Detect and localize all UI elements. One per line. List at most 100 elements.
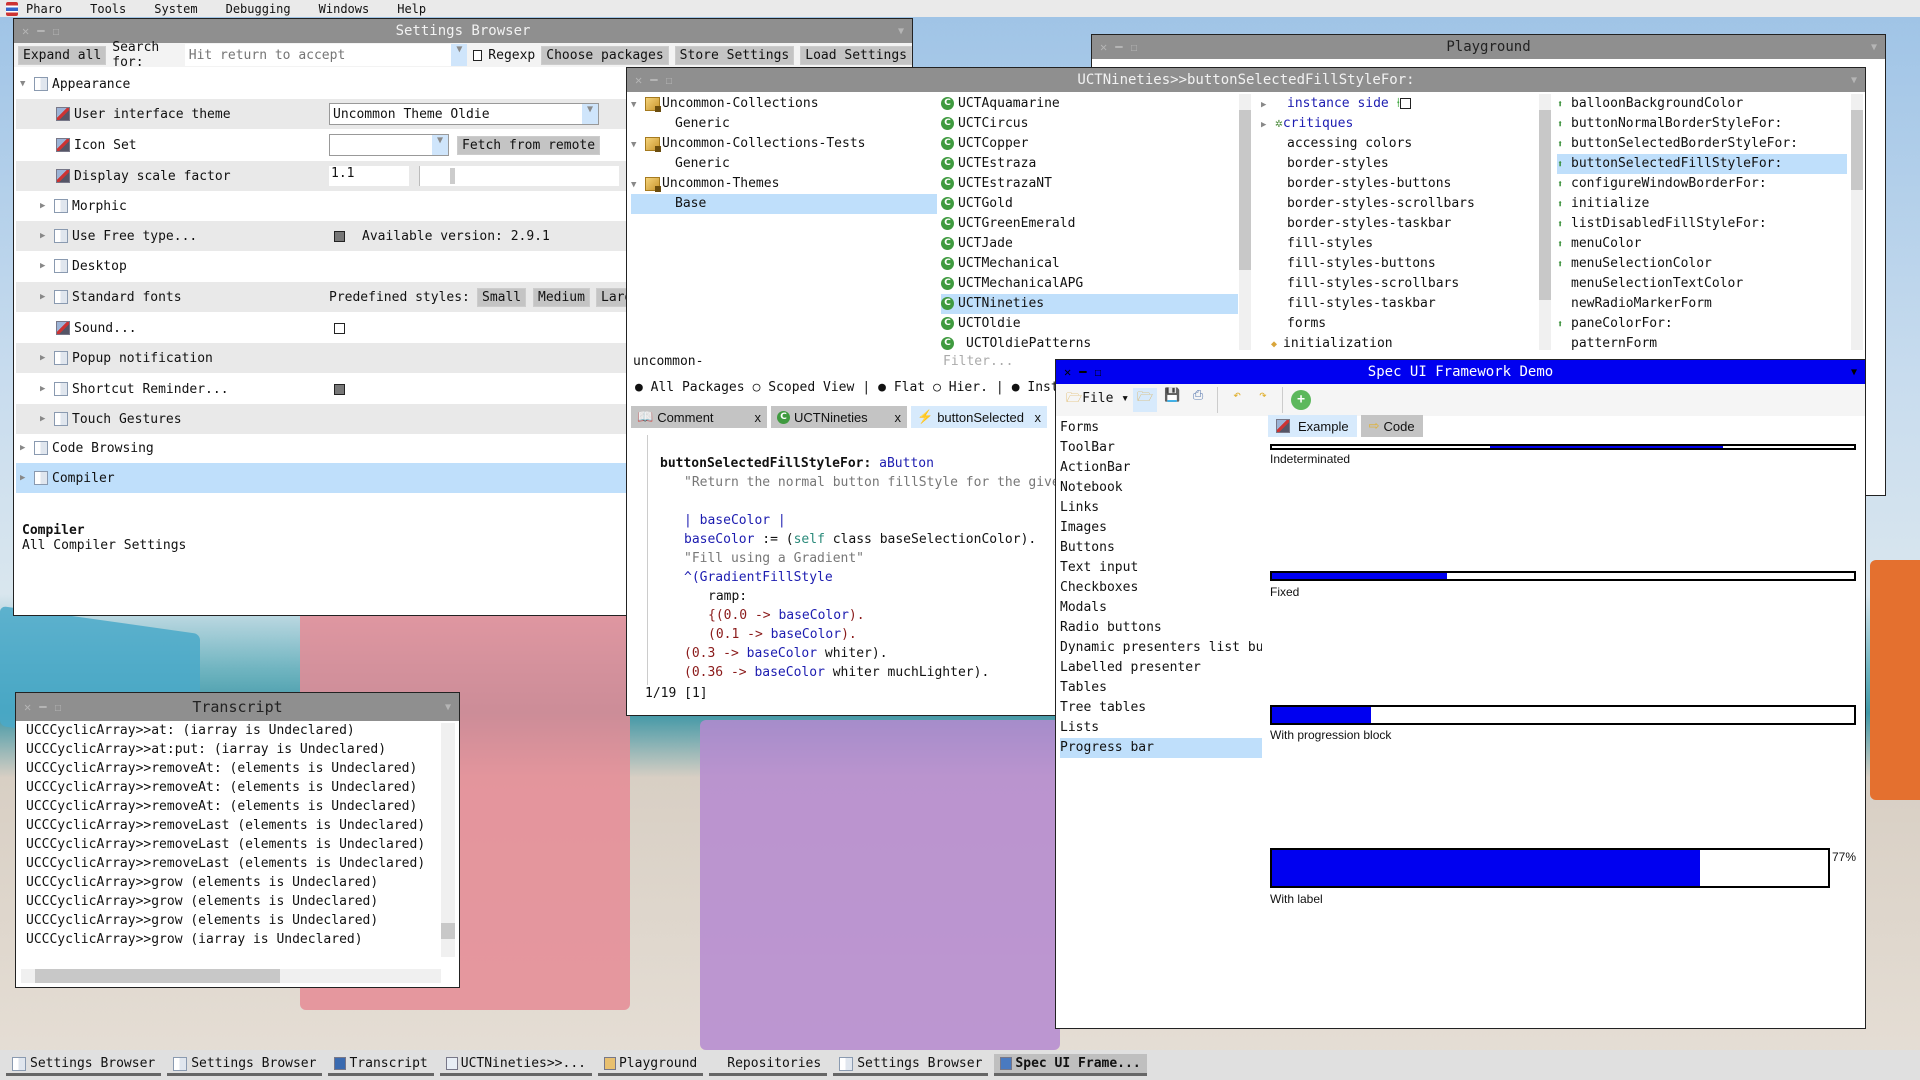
method-item[interactable]: ⬆ menuSelectionColor	[1557, 254, 1847, 274]
system-browser-titlebar[interactable]: ✕ ━ ☐ UCTNineties>>buttonSelectedFillStyle…	[627, 68, 1865, 92]
fetch-from-remote-button[interactable]: Fetch from remote	[457, 135, 601, 155]
nav-item[interactable]: Forms	[1060, 418, 1262, 438]
tab-example[interactable]: Example	[1268, 415, 1357, 437]
nav-item[interactable]: Radio buttons	[1060, 618, 1262, 638]
style-small-button[interactable]: Small	[477, 287, 527, 307]
method-item[interactable]: ⬆ buttonNormalBorderStyleFor:	[1557, 114, 1847, 134]
protocol-item[interactable]: fill-styles-taskbar	[1255, 294, 1555, 314]
instance-side-checkbox[interactable]	[1399, 98, 1411, 109]
tab-method[interactable]: ⚡ buttonSelected x	[911, 406, 1047, 428]
collapsed-triangle-icon[interactable]: ▶	[1261, 115, 1275, 135]
class-item[interactable]: C UCTJade	[941, 234, 1238, 254]
window-menu-icon[interactable]: ▼	[445, 702, 451, 713]
class-item[interactable]: C UCTGreenEmerald	[941, 214, 1238, 234]
class-pane-scrollbar[interactable]	[1239, 94, 1251, 350]
expanded-triangle-icon[interactable]: ▼	[631, 175, 645, 195]
protocol-pane-scrollbar[interactable]	[1539, 94, 1551, 350]
collapsed-triangle-icon[interactable]: ▶	[40, 414, 54, 424]
undo-button[interactable]: ↶	[1226, 388, 1248, 412]
nav-item[interactable]: Text input	[1060, 558, 1262, 578]
scrollbar-thumb[interactable]	[35, 969, 280, 983]
protocol-item[interactable]: border-styles-buttons	[1255, 174, 1555, 194]
nav-item[interactable]: Notebook	[1060, 478, 1262, 498]
scale-factor-input[interactable]: 1.1	[329, 166, 409, 186]
protocol-item[interactable]: ◆ initialization	[1255, 334, 1555, 354]
collapsed-triangle-icon[interactable]: ▶	[40, 353, 54, 363]
class-item[interactable]: C UCTGold	[941, 194, 1238, 214]
store-settings-button[interactable]: Store Settings	[674, 45, 795, 65]
search-input[interactable]	[184, 47, 452, 63]
package-item[interactable]: ▼ Uncommon-Themes	[631, 174, 937, 194]
transcript-text[interactable]: UCCCyclicArray>>at: (iarray is Undeclare…	[26, 721, 446, 949]
taskbar-item[interactable]: Repositories	[709, 1054, 828, 1076]
protocol-item-instance-side[interactable]: ▶ instance side ⍿	[1255, 94, 1555, 114]
redo-button[interactable]: ↷	[1252, 388, 1274, 412]
class-item[interactable]: C UCTEstraza	[941, 154, 1238, 174]
nav-item-selected[interactable]: Progress bar	[1060, 738, 1262, 758]
window-menu-icon[interactable]: ▼	[898, 26, 904, 37]
nav-item[interactable]: Lists	[1060, 718, 1262, 738]
protocol-item[interactable]: fill-styles-buttons	[1255, 254, 1555, 274]
nav-item[interactable]: Buttons	[1060, 538, 1262, 558]
protocol-item[interactable]: accessing colors	[1255, 134, 1555, 154]
nav-item[interactable]: Dynamic presenters list bu	[1060, 638, 1262, 658]
class-item[interactable]: C UCTOldie	[941, 314, 1238, 334]
nav-item[interactable]: Tables	[1060, 678, 1262, 698]
ui-theme-dropdown[interactable]: Uncommon Theme Oldie ▼	[329, 103, 599, 125]
file-menu-button[interactable]: 🗁File ▾	[1066, 389, 1129, 411]
method-pane-scrollbar[interactable]	[1851, 94, 1863, 350]
choose-packages-button[interactable]: Choose packages	[541, 45, 669, 65]
close-icon[interactable]: ✕	[22, 24, 29, 38]
close-icon[interactable]: ✕	[1064, 365, 1071, 379]
protocol-item[interactable]: fill-styles	[1255, 234, 1555, 254]
scrollbar-thumb[interactable]	[1239, 110, 1251, 270]
expanded-triangle-icon[interactable]: ▼	[20, 79, 34, 89]
taskbar-item[interactable]: Settings Browser	[167, 1054, 323, 1076]
window-menu-icon[interactable]: ▼	[1851, 75, 1857, 86]
tab-close-icon[interactable]: x	[755, 410, 762, 425]
collapsed-triangle-icon[interactable]: ▶	[40, 292, 54, 302]
protocol-item[interactable]: border-styles-scrollbars	[1255, 194, 1555, 214]
class-item[interactable]: C UCTCopper	[941, 134, 1238, 154]
shortcut-checkbox[interactable]	[334, 383, 345, 395]
nav-item[interactable]: Images	[1060, 518, 1262, 538]
style-medium-button[interactable]: Medium	[533, 287, 590, 307]
horizontal-scrollbar[interactable]	[21, 969, 441, 983]
tab-class[interactable]: C UCTNineties x	[771, 406, 907, 428]
tab-close-icon[interactable]: x	[895, 410, 902, 425]
playground-titlebar[interactable]: ✕ ━ ☐ Playground ▼	[1092, 35, 1885, 59]
print-button[interactable]: ⎙	[1187, 388, 1209, 412]
menu-system[interactable]: System	[146, 2, 217, 16]
save-button[interactable]: 💾	[1161, 388, 1183, 412]
taskbar-item[interactable]: Settings Browser	[6, 1054, 162, 1076]
nav-item[interactable]: Links	[1060, 498, 1262, 518]
freetype-checkbox[interactable]	[334, 230, 345, 242]
minimize-icon[interactable]: ━	[39, 700, 46, 714]
method-item[interactable]: patternForm	[1557, 334, 1847, 354]
package-tag-item[interactable]: Generic	[631, 154, 937, 174]
scrollbar-thumb[interactable]	[1539, 110, 1551, 300]
taskbar-item[interactable]: Transcript	[328, 1054, 434, 1076]
transcript-titlebar[interactable]: ✕ ━ ☐ Transcript ▼	[16, 693, 459, 721]
method-item[interactable]: newRadioMarkerForm	[1557, 294, 1847, 314]
expanded-triangle-icon[interactable]: ▼	[631, 95, 645, 115]
expanded-triangle-icon[interactable]: ▼	[631, 135, 645, 155]
radio-all-packages[interactable]: ● All Packages	[635, 380, 745, 395]
method-item[interactable]: ⬆ buttonSelectedBorderStyleFor:	[1557, 134, 1847, 154]
maximize-icon[interactable]: ☐	[54, 700, 61, 714]
package-item[interactable]: ▼ Uncommon-Collections	[631, 94, 937, 114]
package-item[interactable]: ▼ Uncommon-Collections-Tests	[631, 134, 937, 154]
scrollbar-thumb[interactable]	[441, 923, 455, 939]
collapsed-triangle-icon[interactable]: ▶	[20, 473, 34, 483]
maximize-icon[interactable]: ☐	[52, 24, 59, 38]
nav-item[interactable]: Tree tables	[1060, 698, 1262, 718]
class-item-selected[interactable]: C UCTNineties	[941, 294, 1238, 314]
taskbar-item[interactable]: UCTNineties>>...	[439, 1054, 592, 1076]
menu-debugging[interactable]: Debugging	[218, 2, 311, 16]
load-settings-button[interactable]: Load Settings	[800, 45, 912, 65]
nav-item[interactable]: ActionBar	[1060, 458, 1262, 478]
class-item[interactable]: C UCTEstrazaNT	[941, 174, 1238, 194]
maximize-icon[interactable]: ☐	[1094, 365, 1101, 379]
radio-inst[interactable]: ● Inst	[1012, 380, 1059, 395]
scale-factor-slider[interactable]	[419, 166, 619, 186]
